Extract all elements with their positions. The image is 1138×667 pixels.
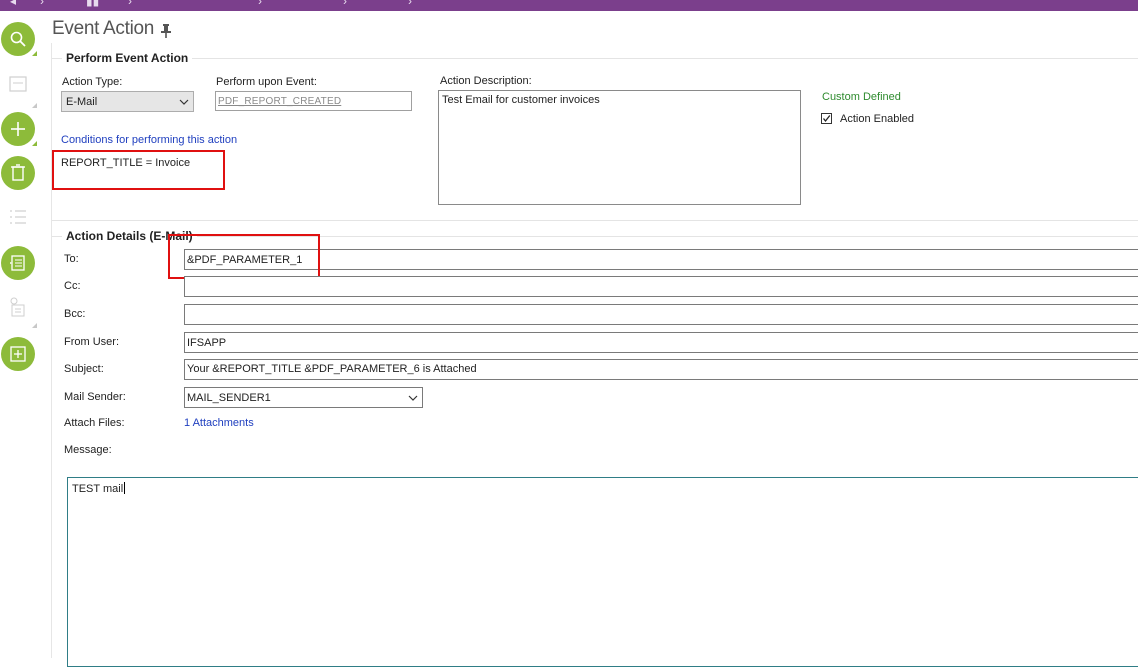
sidebar-divider	[51, 43, 52, 658]
subject-field[interactable]: Your &REPORT_TITLE &PDF_PARAMETER_6 is A…	[184, 359, 1138, 380]
chevron-right-icon: ›	[408, 0, 412, 8]
add-icon	[11, 122, 25, 136]
top-navigation-bar: ◂ › ▮▮ › › › ›	[0, 0, 1138, 11]
back-icon[interactable]: ◂	[10, 0, 16, 8]
conditions-link[interactable]: Conditions for performing this action	[61, 134, 237, 146]
cc-label: Cc:	[64, 280, 81, 292]
delete-icon	[11, 164, 25, 181]
list-icon	[10, 210, 26, 224]
details-icon	[10, 255, 25, 271]
event-label: Perform upon Event:	[216, 76, 317, 88]
custom-defined-label: Custom Defined	[822, 91, 901, 103]
command-sidebar	[0, 11, 42, 658]
description-value: Test Email for customer invoices	[442, 94, 600, 106]
form-button	[8, 74, 28, 94]
menu-triangle-icon	[32, 323, 37, 328]
message-text: TEST mail	[72, 483, 124, 495]
bcc-field[interactable]	[184, 304, 1138, 325]
action-type-label: Action Type:	[62, 76, 123, 88]
event-value: PDF_REPORT_CREATED	[218, 96, 342, 107]
event-field[interactable]: PDF_REPORT_CREATED	[215, 91, 412, 111]
form-detail-button	[8, 297, 28, 317]
action-enabled-label[interactable]: Action Enabled	[840, 113, 914, 125]
action-type-combobox[interactable]: E-Mail	[61, 91, 194, 112]
message-label: Message:	[64, 444, 112, 456]
from-user-label: From User:	[64, 336, 119, 348]
delete-button[interactable]	[1, 156, 35, 190]
chevron-right-icon: ›	[40, 0, 44, 8]
group-separator	[52, 58, 1138, 59]
search-icon	[10, 31, 26, 47]
attach-files-label: Attach Files:	[64, 417, 125, 429]
mail-sender-label: Mail Sender:	[64, 391, 126, 403]
chevron-right-icon: ›	[343, 0, 347, 8]
pin-button[interactable]	[160, 24, 172, 41]
new-button[interactable]	[1, 112, 35, 146]
apps-icon[interactable]: ▮▮	[86, 0, 99, 8]
chevron-down-icon	[179, 99, 189, 105]
attachments-link[interactable]: 1 Attachments	[184, 417, 254, 429]
bcc-label: Bcc:	[64, 308, 86, 320]
menu-triangle-icon	[32, 141, 37, 146]
menu-triangle-icon	[32, 51, 37, 56]
pin-icon	[161, 24, 171, 38]
list-button	[8, 207, 28, 227]
group-separator	[52, 220, 1138, 221]
new-document-icon	[10, 346, 26, 362]
cc-field[interactable]	[184, 276, 1138, 297]
checkmark-icon	[822, 115, 831, 123]
chevron-down-icon	[408, 395, 418, 401]
highlight-box	[168, 234, 320, 279]
form-detail-icon	[10, 297, 25, 317]
search-button[interactable]	[1, 22, 35, 56]
group-title-perform-event: Perform Event Action	[62, 51, 193, 65]
chevron-right-icon: ›	[128, 0, 132, 8]
details-button[interactable]	[1, 246, 35, 280]
from-user-value: IFSAPP	[187, 337, 227, 349]
menu-triangle-icon	[32, 103, 37, 108]
subject-value: Your &REPORT_TITLE &PDF_PARAMETER_6 is A…	[187, 363, 477, 375]
new-document-button[interactable]	[1, 337, 35, 371]
mail-sender-combobox[interactable]: MAIL_SENDER1	[184, 387, 423, 408]
message-textarea[interactable]: TEST mail	[67, 477, 1138, 667]
chevron-right-icon: ›	[258, 0, 262, 8]
from-user-field[interactable]: IFSAPP	[184, 332, 1138, 353]
action-type-value: E-Mail	[66, 96, 98, 108]
to-field[interactable]: &PDF_PARAMETER_1	[184, 249, 1138, 270]
action-enabled-checkbox[interactable]	[821, 113, 832, 124]
form-icon	[9, 76, 27, 92]
mail-sender-value: MAIL_SENDER1	[187, 392, 271, 404]
description-label: Action Description:	[440, 75, 532, 87]
page-title: Event Action	[52, 18, 155, 39]
message-value: TEST mail	[72, 482, 126, 495]
to-label: To:	[64, 253, 79, 265]
highlight-box	[52, 150, 225, 190]
text-caret	[124, 482, 126, 494]
subject-label: Subject:	[64, 363, 104, 375]
description-textarea[interactable]: Test Email for customer invoices	[438, 90, 801, 205]
